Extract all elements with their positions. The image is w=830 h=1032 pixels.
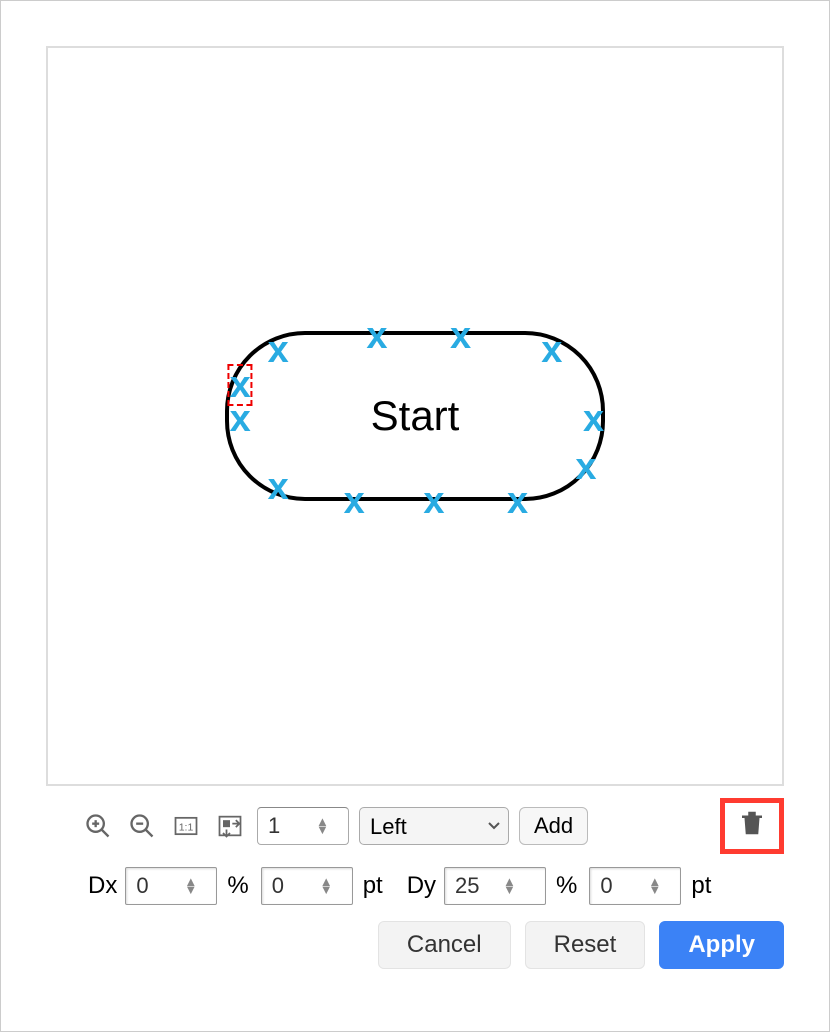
- stepper-arrows-icon[interactable]: ▲▼: [184, 878, 197, 894]
- shape-label: Start: [371, 392, 460, 440]
- dx-pt-stepper[interactable]: 0 ▲▼: [261, 867, 353, 905]
- connection-point[interactable]: x: [268, 331, 289, 369]
- connection-point[interactable]: x: [344, 482, 365, 520]
- connection-point[interactable]: x: [541, 331, 562, 369]
- dy-percent-stepper[interactable]: 25 ▲▼: [444, 867, 546, 905]
- edit-connection-points-panel: Start xxxxxxxxxxxx 1:1 1 ▲▼ Left Add: [26, 26, 804, 1006]
- zoom-out-icon[interactable]: [125, 809, 159, 843]
- zoom-fit-icon[interactable]: [213, 809, 247, 843]
- connection-point[interactable]: x: [366, 317, 387, 355]
- dx-percent-value: 0: [136, 873, 178, 899]
- connection-point[interactable]: x: [268, 468, 289, 506]
- pt-unit: pt: [687, 872, 717, 900]
- dy-pt-value: 0: [600, 873, 642, 899]
- direction-select[interactable]: Left: [359, 807, 509, 845]
- percent-unit: %: [223, 872, 254, 900]
- stepper-arrows-icon[interactable]: ▲▼: [320, 878, 333, 894]
- dx-pt-value: 0: [272, 873, 314, 899]
- trash-icon: [737, 808, 767, 838]
- zoom-actual-icon[interactable]: 1:1: [169, 809, 203, 843]
- offset-controls: Dx 0 ▲▼ % 0 ▲▼ pt Dy 25 ▲▼ % 0 ▲▼ pt: [86, 864, 784, 908]
- dialog-actions: Cancel Reset Apply: [378, 921, 784, 969]
- connection-point[interactable]: x: [450, 317, 471, 355]
- toolbar: 1:1 1 ▲▼ Left Add: [81, 804, 784, 848]
- add-button[interactable]: Add: [519, 807, 588, 845]
- dx-percent-stepper[interactable]: 0 ▲▼: [125, 867, 217, 905]
- zoom-in-icon[interactable]: [81, 809, 115, 843]
- dy-percent-value: 25: [455, 873, 497, 899]
- connection-point[interactable]: x: [230, 400, 251, 438]
- delete-highlight: [720, 798, 784, 854]
- cancel-button[interactable]: Cancel: [378, 921, 511, 969]
- preview-canvas[interactable]: Start xxxxxxxxxxxx: [46, 46, 784, 786]
- add-count-value: 1: [268, 813, 310, 839]
- stepper-arrows-icon[interactable]: ▲▼: [316, 818, 329, 834]
- apply-button[interactable]: Apply: [659, 921, 784, 969]
- dy-label: Dy: [405, 872, 438, 900]
- connection-point[interactable]: x: [507, 482, 528, 520]
- svg-text:1:1: 1:1: [179, 822, 194, 834]
- reset-button[interactable]: Reset: [525, 921, 646, 969]
- add-count-stepper[interactable]: 1 ▲▼: [257, 807, 349, 845]
- connection-point[interactable]: x: [583, 400, 604, 438]
- shape-preview: Start xxxxxxxxxxxx: [225, 331, 605, 501]
- pt-unit: pt: [359, 872, 389, 900]
- dy-pt-stepper[interactable]: 0 ▲▼: [589, 867, 681, 905]
- delete-button[interactable]: [737, 808, 767, 844]
- stepper-arrows-icon[interactable]: ▲▼: [648, 878, 661, 894]
- connection-point[interactable]: x: [575, 448, 596, 486]
- stepper-arrows-icon[interactable]: ▲▼: [503, 878, 516, 894]
- percent-unit: %: [552, 872, 583, 900]
- connection-point[interactable]: x: [423, 482, 444, 520]
- dx-label: Dx: [86, 872, 119, 900]
